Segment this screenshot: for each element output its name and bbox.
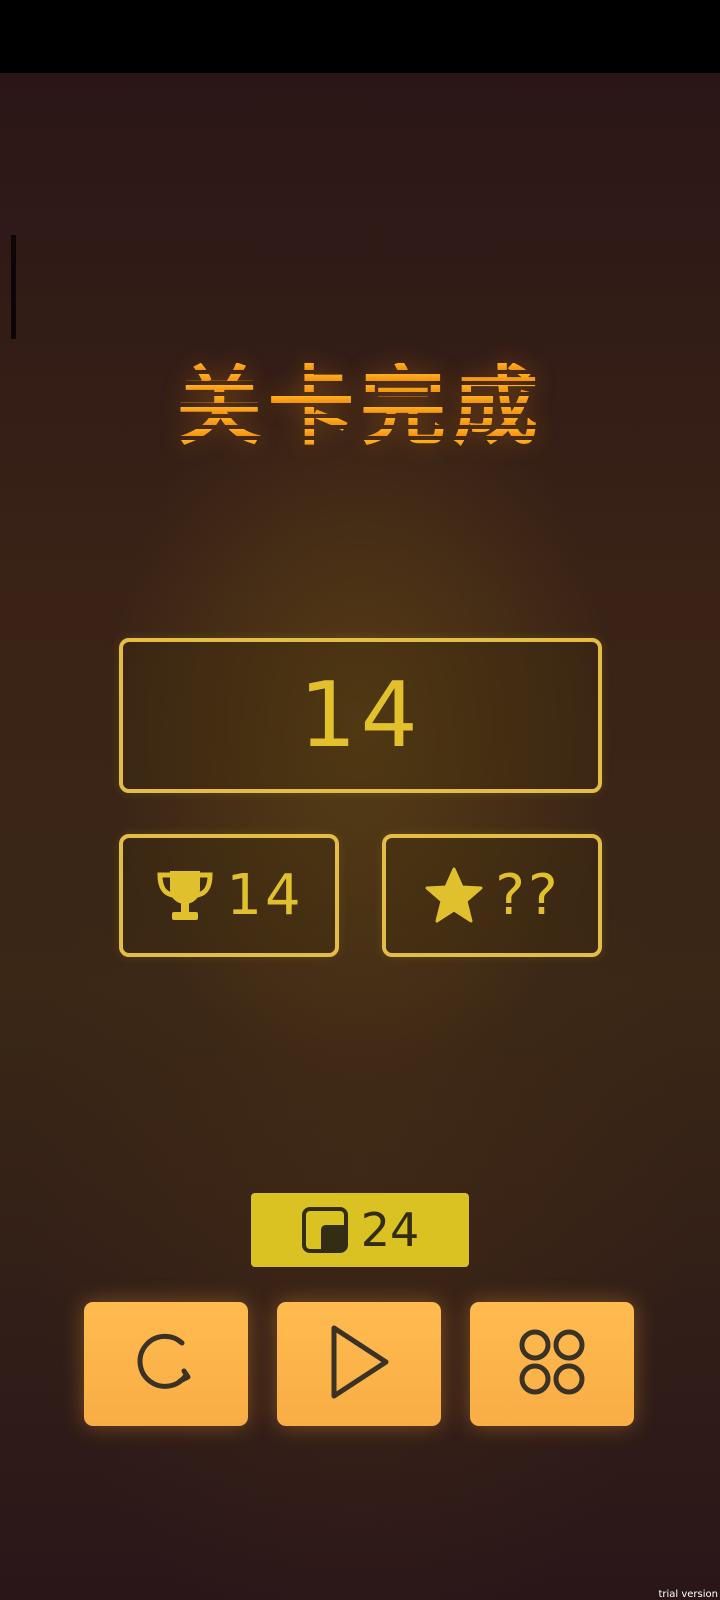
star-icon	[423, 866, 485, 926]
star-value: ??	[495, 863, 561, 928]
level-grid-icon	[517, 1327, 587, 1401]
edge-indicator	[11, 235, 16, 339]
best-score-panel: 14	[119, 834, 339, 957]
score-value: 14	[299, 663, 422, 768]
score-panel: 14	[119, 638, 602, 793]
restart-icon	[136, 1331, 196, 1397]
level-select-button[interactable]	[470, 1302, 634, 1426]
status-bar	[0, 0, 720, 73]
next-level-button[interactable]	[277, 1302, 441, 1426]
play-icon	[326, 1323, 392, 1405]
star-panel: ??	[382, 834, 602, 957]
best-score-value: 14	[226, 863, 304, 928]
hint-count: 24	[360, 1203, 420, 1257]
hint-box-icon	[301, 1206, 349, 1254]
hint-counter[interactable]: 24	[251, 1193, 469, 1267]
restart-button[interactable]	[84, 1302, 248, 1426]
level-complete-title: 关卡完成	[0, 352, 720, 462]
trophy-icon	[154, 867, 216, 925]
trial-watermark: trial version	[658, 1589, 718, 1600]
